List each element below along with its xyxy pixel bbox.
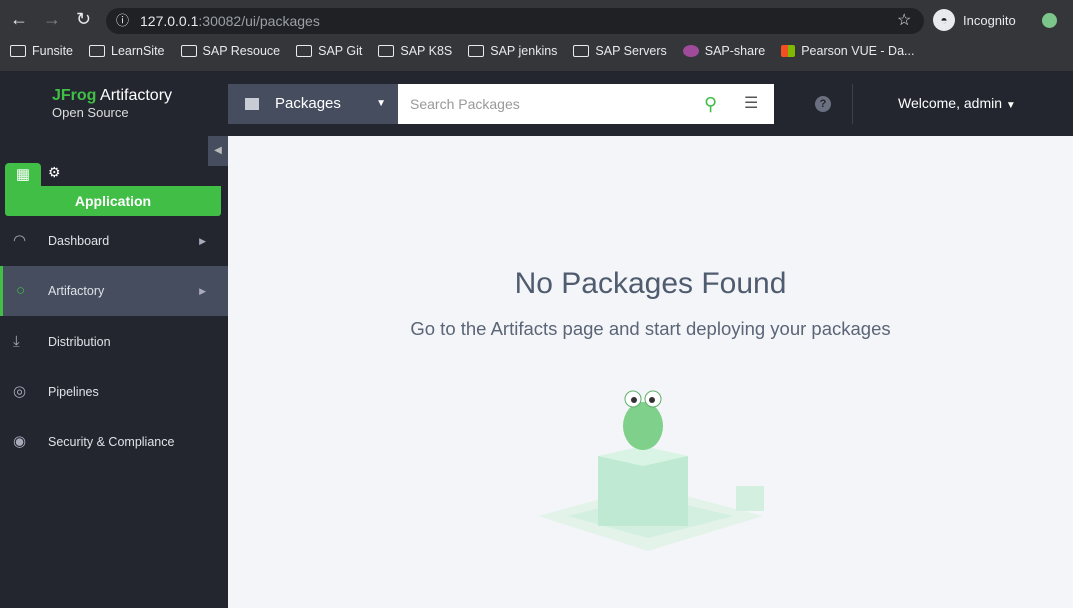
sidebar-item-security[interactable]: ◉ Security & Compliance [0,417,228,467]
sidebar-item-label: Artifactory [48,284,105,298]
bookmark-label: SAP Git [318,44,363,58]
bookmark[interactable]: SAP K8S [378,44,452,58]
sidebar-item-dashboard[interactable]: ◠ Dashboard ▶ [0,216,228,266]
extension-icon[interactable] [1042,13,1057,28]
incognito-icon: ◓ [933,9,955,31]
url-path: :30082/ui/packages [198,13,320,29]
bookmark[interactable]: Funsite [10,44,73,58]
url-host: 127.0.0.1 [140,13,199,29]
bookmarks-bar: Funsite LearnSite SAP Resouce SAP Git SA… [10,44,914,58]
share-icon [682,45,699,57]
folder-icon [89,45,105,57]
frog-illustration [538,390,764,551]
admin-gears-icon[interactable]: ⚙ [48,164,61,181]
bookmark-star-icon[interactable]: ☆ [897,10,911,30]
eye-icon: ◉ [13,433,27,450]
gauge-icon: ◠ [13,232,27,249]
bookmark[interactable]: LearnSite [89,44,165,58]
microsoft-icon [781,45,796,57]
folder-icon [296,45,313,57]
profile-label: Incognito [963,12,1016,28]
application-header[interactable]: Application [5,186,221,216]
bookmark[interactable]: SAP Git [296,44,362,58]
sidebar-item-label: Distribution [48,335,111,349]
bookmark[interactable]: Pearson VUE - Da... [781,44,914,58]
sidebar-item-label: Security & Compliance [48,435,175,449]
pipelines-icon: ◎ [13,383,27,400]
app-header: JFrog Artifactory Open Source Packages ▼ S… [0,71,1073,136]
sidebar: ▦ ⚙ Application ◠ Dashboard ▶ ○ Artifactory… [0,136,228,608]
forward-icon[interactable]: → [43,9,61,30]
divider [852,84,853,124]
filter-icon[interactable]: ☰ [744,84,758,124]
bookmark-label: Funsite [32,44,73,58]
artifactory-icon: ○ [16,282,26,299]
application-tab[interactable]: ▦ [5,163,41,187]
bookmark-label: SAP K8S [400,44,453,58]
sidebar-item-label: Pipelines [48,385,99,399]
reload-icon[interactable]: ↻ [76,9,91,30]
logo[interactable]: JFrog Artifactory Open Source [52,87,172,121]
collapse-sidebar-button[interactable]: ◀ [208,136,228,166]
packages-icon [245,98,259,110]
sidebar-item-distribution[interactable]: ⤓ Distribution [0,317,228,367]
folder-icon [468,45,485,57]
product-name: Artifactory [100,87,173,104]
folder-icon [10,45,26,57]
search-placeholder: Search Packages [410,96,520,112]
back-icon[interactable]: ← [10,9,28,30]
browser-chrome: ← → ↻ ⓘ 127.0.0.1:30082/ui/packages ☆ ◓ I… [0,0,1073,71]
bookmark[interactable]: SAP Servers [573,44,667,58]
info-icon[interactable]: ⓘ [116,8,129,34]
folder-icon [180,45,197,57]
chevron-right-icon: ▶ [199,286,206,296]
empty-title: No Packages Found [514,267,787,300]
bookmark-label: SAP Resouce [202,44,281,58]
search-input[interactable]: Search Packages ⚲ ☰ [398,84,774,124]
chevron-right-icon: ▶ [199,236,206,246]
caret-down-icon: ▼ [376,98,386,109]
folder-icon [573,45,590,57]
distribution-icon: ⤓ [13,333,20,350]
sidebar-item-label: Dashboard [48,234,110,248]
bookmark-label: LearnSite [111,44,165,58]
bookmark-label: Pearson VUE - Da... [801,44,915,58]
bookmark[interactable]: SAP-share [682,44,766,58]
bookmark-label: SAP jenkins [490,44,558,58]
package-type-select[interactable]: Packages ▼ [228,84,398,124]
bookmark[interactable]: SAP Resouce [180,44,281,58]
caret-down-icon: ▼ [1005,100,1016,111]
help-icon[interactable]: ? [815,96,831,112]
sidebar-item-pipelines[interactable]: ◎ Pipelines [0,367,228,417]
user-menu[interactable]: Welcome, admin ▼ [898,95,1016,111]
grid-icon: ▦ [15,166,31,183]
brand: JFrog [52,87,97,104]
empty-message: Go to the Artifacts page and start deplo… [410,318,891,339]
incognito-badge[interactable]: ◓ Incognito [933,9,1016,31]
bookmark-label: SAP Servers [595,44,667,58]
welcome-label: Welcome, admin [898,95,1003,111]
edition: Open Source [52,105,129,120]
sidebar-item-artifactory[interactable]: ○ Artifactory ▶ [0,266,228,316]
package-type-label: Packages [275,95,341,112]
address-bar[interactable]: ⓘ 127.0.0.1:30082/ui/packages [106,8,924,34]
bookmark[interactable]: SAP jenkins [468,44,557,58]
search-icon[interactable]: ⚲ [704,84,717,124]
main-content: No Packages Found Go to the Artifacts pa… [228,136,1073,608]
folder-icon [378,45,395,57]
bookmark-label: SAP-share [704,44,766,58]
